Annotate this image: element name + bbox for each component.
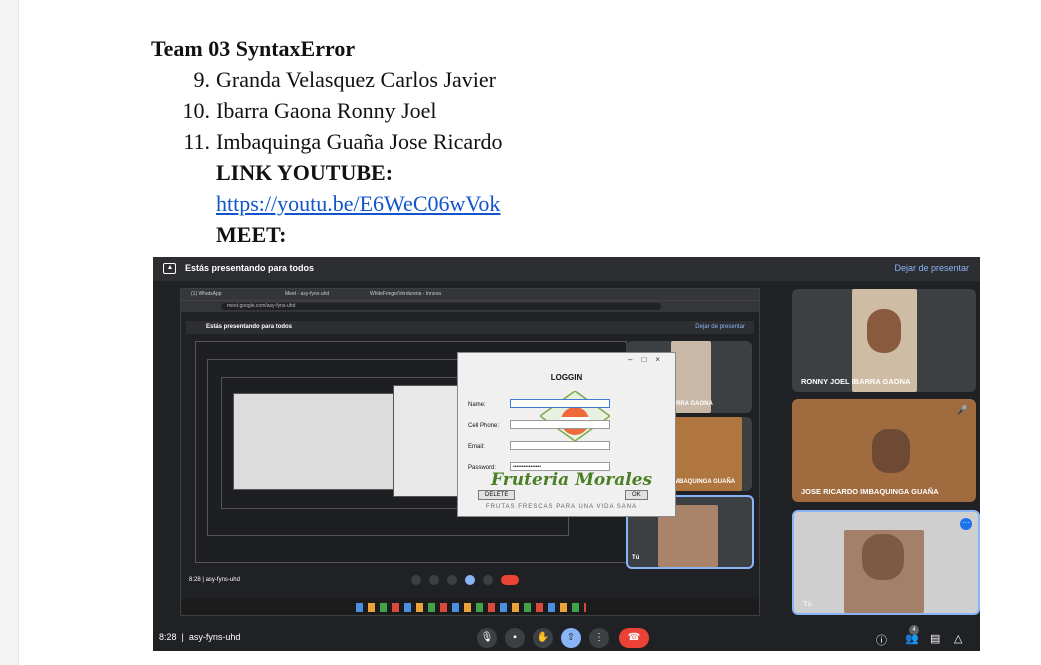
list-number: 11. <box>183 129 210 154</box>
list-number: 10. <box>182 98 211 123</box>
brand-name: Fruteria Morales <box>491 470 653 490</box>
member-list: 9. Granda Velasquez Carlos Javier 10. Ibar… <box>151 64 503 157</box>
raise-hand-button[interactable]: ✋ <box>533 628 553 648</box>
participant-count-badge: 4 <box>909 625 919 635</box>
participant-face <box>862 534 904 580</box>
inner-leave-button <box>501 575 519 585</box>
brand-tagline: FRUTAS FRESCAS PARA UNA VIDA SANA <box>486 504 638 510</box>
presenting-banner: Estás presentando para todos Dejar de pr… <box>153 257 980 281</box>
inner-camera-button <box>429 575 439 585</box>
inner-presenting-banner: Estás presentando para todos Dejar de pr… <box>186 321 754 334</box>
inner-more-button <box>483 575 493 585</box>
present-button[interactable]: ⇧ <box>561 628 581 648</box>
present-icon <box>163 263 176 274</box>
tab-whatsapp[interactable]: (1) WhatsApp <box>187 291 222 300</box>
email-label: Email: <box>468 444 485 450</box>
list-item: 10. Ibarra Gaona Ronny Joel <box>151 95 503 126</box>
inner-tile-name: Tú <box>632 555 640 561</box>
inner-tile-name: MBAQUINGA GUAÑA <box>674 479 736 485</box>
member-name: Granda Velasquez Carlos Javier <box>216 67 496 92</box>
team-title: Team 03 SyntaxError <box>151 36 356 61</box>
inner-present-button <box>465 575 475 585</box>
presenting-text: Estás presentando para todos <box>185 263 315 273</box>
tab-github[interactable]: WhiteFringe/Verdureria - Innova <box>366 291 441 300</box>
address-bar: meet.google.com/asy-fyns-uhd <box>181 300 759 312</box>
inner-stop-button: Dejar de presentar <box>695 324 745 330</box>
document-margin <box>0 0 19 665</box>
inner-clock: 8:28 | asy-fyns-uhd <box>189 577 240 583</box>
inner-mic-button <box>411 575 421 585</box>
activities-icon[interactable]: △ <box>954 632 962 645</box>
delete-button[interactable]: DELETE <box>478 490 516 500</box>
shared-screen: (1) WhatsApp Meet - asy-fyns-uhd WhiteFr… <box>180 288 760 616</box>
inner-presenting-text: Estás presentando para todos <box>206 324 293 330</box>
participant-face <box>872 429 910 473</box>
info-icon[interactable]: ⓘ <box>876 632 887 648</box>
youtube-link[interactable]: https://youtu.be/E6WeC06wVok <box>216 191 500 216</box>
document-body: Team 03 SyntaxError 9. Granda Velasquez C… <box>151 33 503 250</box>
list-item: 11. Imbaquinga Guaña Jose Ricardo <box>151 126 503 157</box>
muted-mic-icon: 🎤 <box>956 405 968 415</box>
name-label: Name: <box>468 402 486 408</box>
meet-label: MEET: <box>216 222 287 247</box>
mic-button[interactable]: 🎙 <box>477 628 497 648</box>
inner-tile-name: RRA GAONA <box>676 401 713 407</box>
leave-call-button[interactable]: ☎ <box>619 628 649 648</box>
more-options-button[interactable]: ⋮ <box>589 628 609 648</box>
member-name: Ibarra Gaona Ronny Joel <box>216 98 437 123</box>
camera-button[interactable]: ▪ <box>505 628 525 648</box>
name-field[interactable] <box>510 399 610 408</box>
participant-name: RONNY JOEL IBARRA GAONA <box>801 377 911 386</box>
stop-presenting-button[interactable]: Dejar de presentar <box>894 263 969 273</box>
more-options-icon[interactable]: ··· <box>960 518 972 530</box>
taskbar-icons <box>356 603 586 612</box>
clock: 8:28 | asy-fyns-uhd <box>159 632 241 642</box>
self-name: Tú <box>803 599 812 608</box>
meet-screenshot: Estás presentando para todos Dejar de pr… <box>153 257 980 651</box>
chat-icon[interactable]: ▤ <box>930 632 940 645</box>
ok-button[interactable]: OK <box>625 490 648 500</box>
login-window: –□× LOGGIN Name: Cell Phone: Email: Pass… <box>457 352 676 517</box>
member-name: Imbaquinga Guaña Jose Ricardo <box>216 129 503 154</box>
meet-controls: 8:28 | asy-fyns-uhd 🎙 ▪ ✋ ⇧ ⋮ ☎ ⓘ 👥 4 ▤ … <box>153 624 980 651</box>
list-item: 9. Granda Velasquez Carlos Javier <box>151 64 503 95</box>
browser-tabs: (1) WhatsApp Meet - asy-fyns-uhd WhiteFr… <box>181 289 759 300</box>
phone-label: Cell Phone: <box>468 423 500 429</box>
phone-field[interactable] <box>510 420 610 429</box>
login-title: LOGGIN <box>550 373 583 382</box>
participant-tile[interactable]: RONNY JOEL IBARRA GAONA <box>792 289 976 392</box>
participant-face <box>867 309 901 353</box>
participant-tile[interactable]: 🎤 JOSE RICARDO IMBAQUINGA GUAÑA <box>792 399 976 502</box>
participant-name: JOSE RICARDO IMBAQUINGA GUAÑA <box>801 487 939 496</box>
url-field[interactable]: meet.google.com/asy-fyns-uhd <box>221 303 661 310</box>
email-field[interactable] <box>510 441 610 450</box>
self-tile[interactable]: ··· Tú <box>792 510 980 615</box>
window-controls[interactable]: –□× <box>628 355 669 364</box>
list-number: 9. <box>193 67 211 92</box>
youtube-label: LINK YOUTUBE: <box>216 160 394 185</box>
tab-meet[interactable]: Meet - asy-fyns-uhd <box>281 291 329 300</box>
windows-taskbar <box>181 599 759 615</box>
inner-raise-hand-button <box>447 575 457 585</box>
nested-login <box>393 385 461 497</box>
